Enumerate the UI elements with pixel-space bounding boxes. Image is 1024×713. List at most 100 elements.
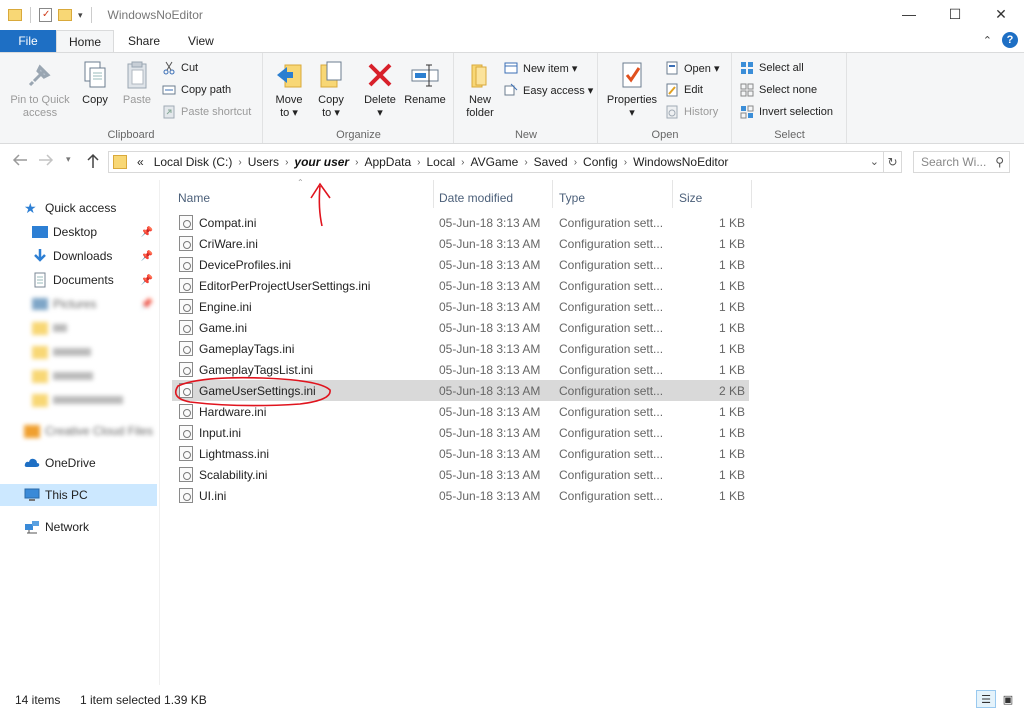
nav-blurred-folder-4[interactable]	[0, 389, 157, 411]
cut-button[interactable]: Cut	[162, 59, 198, 77]
pin-icon[interactable]: 📌	[141, 275, 153, 286]
breadcrumb-overflow[interactable]: «	[133, 155, 148, 169]
back-button[interactable]	[12, 153, 28, 170]
select-all-button[interactable]: Select all	[740, 59, 804, 77]
nav-desktop[interactable]: Desktop 📌	[0, 221, 157, 243]
breadcrumb-saved[interactable]: Saved	[528, 155, 574, 169]
address-history-chevron-icon[interactable]: ⌄	[870, 155, 879, 168]
nav-pictures[interactable]: Pictures 📌	[0, 293, 157, 315]
breadcrumb-local[interactable]: Local	[420, 155, 461, 169]
tab-file[interactable]: File	[0, 30, 56, 52]
paste-button[interactable]: Paste	[114, 59, 160, 107]
breadcrumb-appdata[interactable]: AppData	[358, 155, 417, 169]
column-header-date[interactable]: Date modified	[439, 186, 513, 210]
file-date-modified: 05-Jun-18 3:13 AM	[439, 426, 541, 440]
file-row[interactable]: Compat.ini 05-Jun-18 3:13 AM Configuration…	[172, 212, 749, 233]
breadcrumb-local-disk[interactable]: Local Disk (C:)	[148, 155, 239, 169]
tab-share[interactable]: Share	[114, 30, 174, 52]
address-bar[interactable]: « Local Disk (C:) › Users › your user › …	[108, 151, 884, 173]
column-separator[interactable]	[751, 180, 752, 208]
file-row[interactable]: Hardware.ini 05-Jun-18 3:13 AM Configurati…	[172, 401, 749, 422]
paste-shortcut-icon	[162, 105, 176, 119]
breadcrumb-windowsnoeditor[interactable]: WindowsNoEditor	[627, 155, 734, 169]
customize-toolbar-chevron-icon[interactable]: ▾	[78, 10, 83, 21]
column-separator[interactable]	[433, 180, 434, 208]
nav-downloads[interactable]: Downloads 📌	[0, 245, 157, 267]
column-separator[interactable]	[672, 180, 673, 208]
nav-blurred-folder-2[interactable]	[0, 341, 157, 363]
pane-divider[interactable]	[159, 180, 160, 685]
pin-icon[interactable]: 📌	[141, 227, 153, 238]
search-input[interactable]: Search Wi... ⚲	[913, 151, 1010, 173]
breadcrumb-users[interactable]: Users	[242, 155, 285, 169]
cloud-icon	[24, 455, 40, 471]
copy-to-button[interactable]: Copy to ▾	[308, 59, 354, 120]
pin-to-quick-access-button[interactable]: Pin to Quick access	[6, 59, 74, 120]
rename-button[interactable]: Rename	[402, 59, 448, 107]
nav-creative-cloud-files[interactable]: Creative Cloud Files	[0, 420, 157, 442]
pin-icon[interactable]: 📌	[141, 251, 153, 262]
file-row[interactable]: Scalability.ini 05-Jun-18 3:13 AM Configur…	[172, 464, 749, 485]
tab-view[interactable]: View	[174, 30, 228, 52]
file-row[interactable]: CriWare.ini 05-Jun-18 3:13 AM Configuratio…	[172, 233, 749, 254]
minimize-button[interactable]: —	[886, 0, 932, 28]
column-header-name[interactable]: Name	[178, 186, 210, 210]
maximize-button[interactable]: ☐	[932, 0, 978, 28]
large-icons-view-button[interactable]: ▣	[998, 690, 1018, 708]
properties-button[interactable]: Properties ▾	[603, 59, 661, 120]
file-row[interactable]: Lightmass.ini 05-Jun-18 3:13 AM Configurat…	[172, 443, 749, 464]
new-folder-icon	[464, 59, 496, 91]
refresh-button[interactable]: ↻	[884, 151, 902, 173]
breadcrumb-avgame[interactable]: AVGame	[465, 155, 525, 169]
paste-shortcut-button[interactable]: Paste shortcut	[162, 103, 251, 121]
file-row[interactable]: GameplayTagsList.ini 05-Jun-18 3:13 AM Con…	[172, 359, 749, 380]
recent-locations-button[interactable]: ▾	[66, 154, 71, 165]
file-row[interactable]: GameplayTags.ini 05-Jun-18 3:13 AM Configu…	[172, 338, 749, 359]
file-row[interactable]: EditorPerProjectUserSettings.ini 05-Jun-1…	[172, 275, 749, 296]
tab-home[interactable]: Home	[56, 30, 114, 52]
edit-button[interactable]: Edit	[665, 81, 703, 99]
nav-documents[interactable]: Documents 📌	[0, 269, 157, 291]
nav-quick-access[interactable]: ★ Quick access	[0, 197, 157, 219]
copy-label: Copy	[82, 94, 108, 106]
open-button[interactable]: Open ▾	[665, 59, 720, 77]
properties-check-icon	[616, 59, 648, 91]
file-row[interactable]: DeviceProfiles.ini 05-Jun-18 3:13 AM Confi…	[172, 254, 749, 275]
file-row[interactable]: Engine.ini 05-Jun-18 3:13 AM Configuration…	[172, 296, 749, 317]
move-to-button[interactable]: Move to ▾	[266, 59, 312, 120]
nav-blurred-folder-1[interactable]	[0, 317, 157, 339]
column-header-size[interactable]: Size	[679, 186, 702, 210]
invert-selection-button[interactable]: Invert selection	[740, 103, 833, 121]
breadcrumb-config[interactable]: Config	[577, 155, 624, 169]
column-header-type[interactable]: Type	[559, 186, 585, 210]
file-row[interactable]: UI.ini 05-Jun-18 3:13 AM Configuration set…	[172, 485, 749, 506]
file-row[interactable]: Game.ini 05-Jun-18 3:13 AM Configuration s…	[172, 317, 749, 338]
pin-icon[interactable]: 📌	[141, 299, 153, 310]
copy-button[interactable]: Copy	[72, 59, 118, 107]
select-none-button[interactable]: Select none	[740, 81, 817, 99]
details-view-button[interactable]: ☰	[976, 690, 996, 708]
new-item-button[interactable]: New item ▾	[504, 59, 577, 77]
nav-this-pc[interactable]: This PC	[0, 484, 157, 506]
new-folder-icon[interactable]	[58, 9, 72, 21]
easy-access-button[interactable]: Easy access ▾	[504, 81, 593, 99]
nav-network[interactable]: Network	[0, 516, 157, 538]
nav-blurred-folder-3[interactable]	[0, 365, 157, 387]
copy-path-button[interactable]: Copy path	[162, 81, 231, 99]
copy-to-dropdown: to ▾	[322, 107, 340, 119]
file-row[interactable]: Input.ini 05-Jun-18 3:13 AM Configuration …	[172, 422, 749, 443]
help-icon[interactable]: ?	[1002, 32, 1018, 48]
open-group: Properties ▾ Open ▾ Edit History Open	[599, 53, 732, 143]
breadcrumb-your-user[interactable]: your user	[288, 155, 355, 169]
new-folder-button[interactable]: New folder	[457, 59, 503, 120]
delete-button[interactable]: Delete ▾	[357, 59, 403, 120]
properties-check-icon[interactable]: ✓	[39, 8, 52, 22]
file-row[interactable]: GameUserSettings.ini 05-Jun-18 3:13 AM Con…	[172, 380, 749, 401]
history-button[interactable]: History	[665, 103, 718, 121]
forward-button[interactable]	[38, 153, 54, 170]
up-button[interactable]	[86, 153, 100, 172]
collapse-ribbon-chevron-icon[interactable]: ⌃	[983, 34, 992, 47]
nav-onedrive[interactable]: OneDrive	[0, 452, 157, 474]
column-separator[interactable]	[552, 180, 553, 208]
close-button[interactable]: ✕	[978, 0, 1024, 28]
